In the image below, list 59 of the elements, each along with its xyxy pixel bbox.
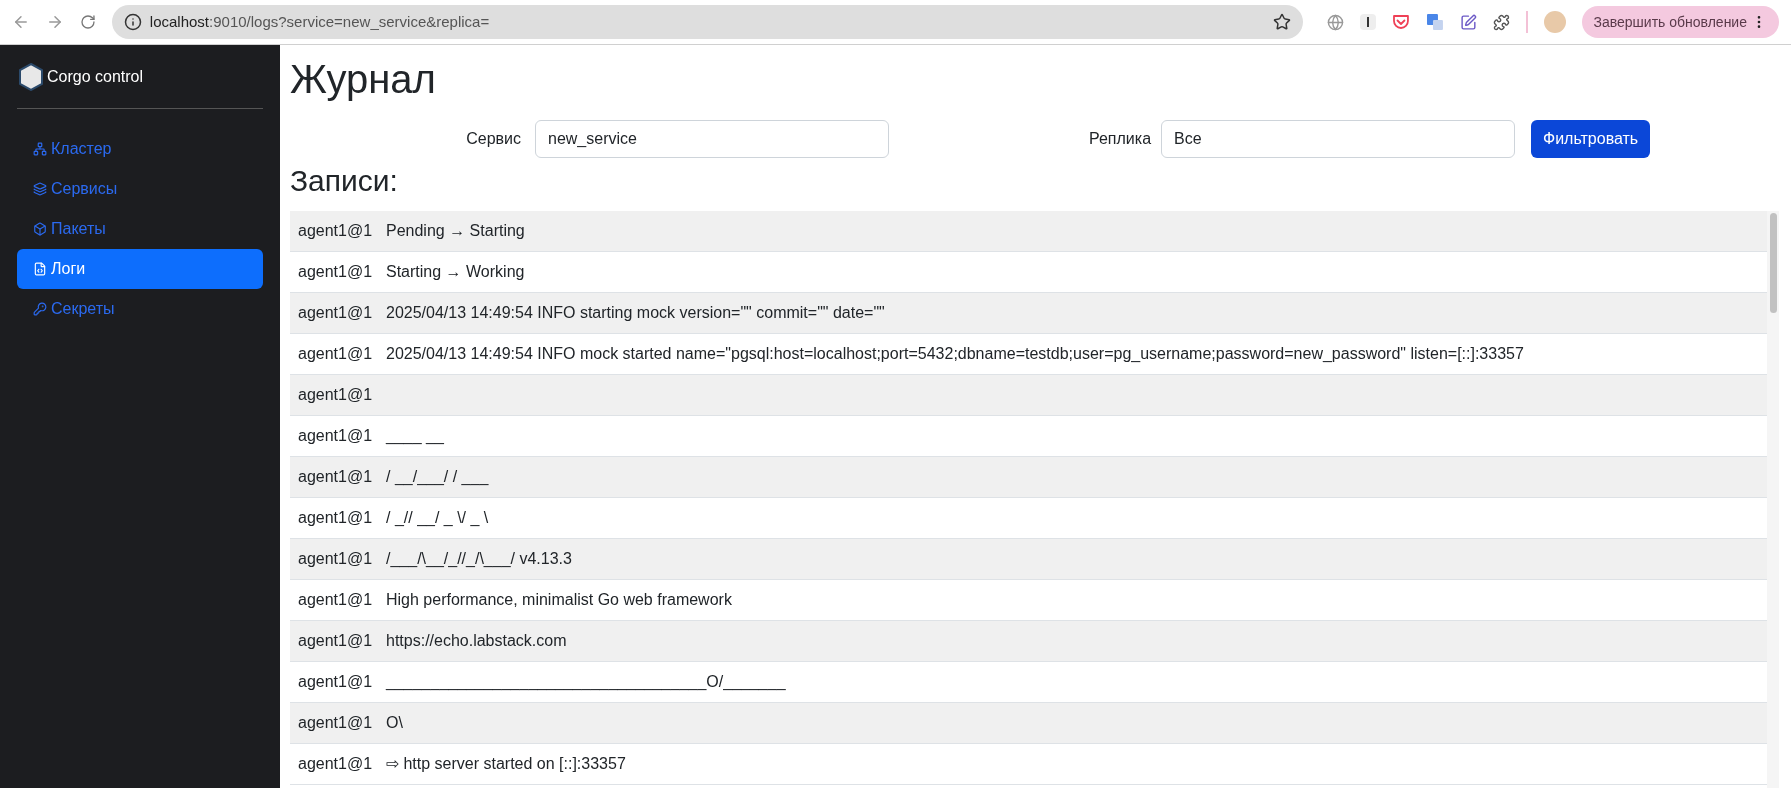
filter-button[interactable]: Фильтровать [1531,120,1651,158]
log-message: / _// __/ _ \/ _ \ [386,508,489,529]
log-message: 2025/04/13 14:49:54 INFO starting mock version="" commit="" date="" [386,303,885,323]
log-message: /___/\__/_//_/\___/ v4.13.3 [386,549,572,570]
info-icon[interactable] [123,13,142,31]
update-button[interactable]: Завершить обновление [1581,6,1779,38]
back-icon[interactable] [12,13,30,31]
key-icon [33,302,47,316]
log-source: agent1@1 [297,262,374,282]
records-title: Записи: [290,163,399,199]
log-source: agent1@1 [297,221,374,241]
pocket-icon[interactable] [1391,13,1410,31]
log-source: agent1@1 [297,549,374,569]
address-bar[interactable]: localhost:9010/logs?service=new_service&replica= [111,5,1303,39]
log-message: ____ __ [386,426,444,447]
log-message: Starting → Working [386,262,525,282]
extensions-icon[interactable] [1492,13,1510,31]
log-source: agent1@1 [297,590,374,610]
log-message: https://echo.labstack.com [386,631,567,651]
url-text: localhost:9010/logs?service=new_service&replica= [149,11,490,32]
log-source: agent1@1 [297,672,374,692]
log-source: agent1@1 [297,713,374,733]
brand-name: Corgo control [47,67,144,87]
box-icon [33,222,47,236]
translate-icon[interactable] [1425,13,1444,31]
log-message: ____________________________________O/_______ [386,672,786,693]
sidebar-item[interactable]: Секреты [17,289,263,329]
filter-input[interactable]: new_service [535,120,889,158]
log-message: 2025/04/13 14:49:54 INFO mock started name="pgsql:host=localhost;port=5432;dbname=testdb;user=pg_username;password=new_password" listen=[::]:33357 [386,344,1524,364]
cursor-extension-icon[interactable] [1359,14,1376,30]
sidebar-item[interactable]: Пакеты [17,209,263,249]
log-source: agent1@1 [297,426,374,446]
log-source: agent1@1 [297,303,374,323]
layers-icon [33,182,47,196]
sidebar-item[interactable]: Логи [17,249,263,289]
log-source: agent1@1 [297,467,374,487]
log-message: O\ [386,713,403,733]
edit-extension-icon[interactable] [1459,13,1477,31]
globe-icon[interactable] [1326,13,1344,31]
scrollbar[interactable] [1767,211,1779,788]
sidebar-item[interactable]: Кластер [17,129,263,169]
star-icon[interactable] [1272,13,1291,31]
log-message: ⇨ http server started on [::]:33357 [386,754,626,774]
logo-icon [19,63,43,91]
log-source: agent1@1 [297,508,374,528]
log-source: agent1@1 [297,754,374,774]
log-message: Pending → Starting [386,221,525,241]
log-message: High performance, minimalist Go web framework [386,590,732,610]
sidebar-item[interactable]: Сервисы [17,169,263,209]
log-source: agent1@1 [297,631,374,651]
log-message: / __/___/ / ___ [386,467,489,488]
filter-input[interactable]: Все [1161,120,1515,158]
file-code-icon [33,262,47,276]
log-source: agent1@1 [297,385,374,405]
network-icon [33,142,47,156]
reload-icon[interactable] [79,14,96,30]
page-title: Журнал [290,56,437,103]
filter-label: Сервис [465,129,521,149]
log-source: agent1@1 [297,344,374,364]
